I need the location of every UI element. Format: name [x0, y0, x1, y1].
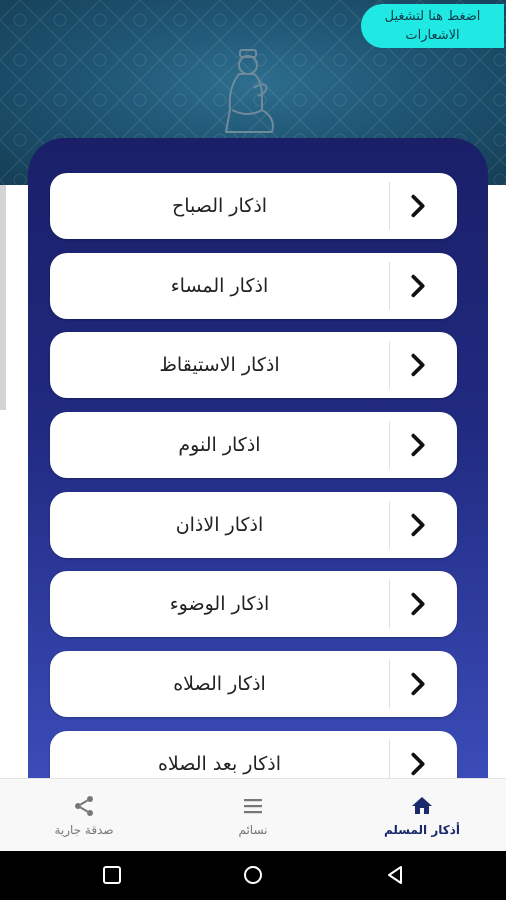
nav-label: أذكار المسلم — [383, 823, 461, 837]
chevron-right-icon — [411, 194, 425, 218]
divider — [389, 580, 390, 628]
divider — [389, 740, 390, 778]
azkar-item-sleep[interactable]: اذكار النوم — [50, 412, 457, 478]
chevron-right-icon — [411, 672, 425, 696]
azkar-item-label: اذكار الاذان — [175, 514, 264, 536]
azkar-item-adhan[interactable]: اذكار الاذان — [50, 492, 457, 558]
azkar-item-morning[interactable]: اذكار الصباح — [50, 173, 457, 239]
divider — [389, 262, 390, 310]
divider — [389, 182, 390, 230]
azkar-item-label: اذكار المساء — [170, 275, 269, 297]
divider — [389, 501, 390, 549]
chevron-right-icon — [411, 513, 425, 537]
azkar-item-after-prayer[interactable]: اذكار بعد الصلاه — [50, 731, 457, 778]
system-navigation-bar — [0, 851, 506, 900]
divider — [389, 660, 390, 708]
scroll-indicator — [0, 185, 6, 410]
recents-icon[interactable] — [100, 863, 124, 887]
enable-notifications-button[interactable]: اضغط هنا لتشغيل الاشعارات — [361, 4, 504, 48]
bottom-navigation: صدقة جارية نسائم أذكار المسلم — [0, 778, 506, 852]
azkar-item-wudu[interactable]: اذكار الوضوء — [50, 571, 457, 637]
azkar-item-label: اذكار الوضوء — [169, 593, 270, 615]
nav-charity[interactable]: صدقة جارية — [0, 779, 168, 852]
azkar-item-label: اذكار الصلاه — [173, 673, 266, 695]
azkar-item-prayer[interactable]: اذكار الصلاه — [50, 651, 457, 717]
back-icon[interactable] — [383, 863, 407, 887]
divider — [389, 421, 390, 469]
azkar-item-waking[interactable]: اذكار الاستيقاظ — [50, 332, 457, 398]
nav-azkar-muslim[interactable]: أذكار المسلم — [338, 779, 506, 852]
azkar-item-label: اذكار الصباح — [171, 195, 268, 217]
azkar-panel: اذكار الصباح اذكار المساء اذكار الاستيقا… — [28, 138, 488, 778]
azkar-item-label: اذكار الاستيقاظ — [159, 354, 280, 376]
nav-label: صدقة جارية — [54, 823, 114, 837]
chevron-right-icon — [411, 433, 425, 457]
chevron-right-icon — [411, 274, 425, 298]
chevron-right-icon — [411, 353, 425, 377]
nav-nasaem[interactable]: نسائم — [169, 779, 337, 852]
nav-label: نسائم — [238, 823, 268, 837]
home-icon — [412, 797, 432, 814]
praying-figure-icon — [225, 49, 274, 133]
chevron-right-icon — [411, 592, 425, 616]
azkar-item-evening[interactable]: اذكار المساء — [50, 253, 457, 319]
home-circle-icon[interactable] — [241, 863, 265, 887]
share-icon — [75, 796, 93, 816]
chevron-right-icon — [411, 752, 425, 776]
divider — [389, 341, 390, 389]
menu-icon — [244, 799, 262, 814]
azkar-item-label: اذكار النوم — [178, 434, 261, 456]
azkar-item-label: اذكار بعد الصلاه — [157, 753, 282, 775]
